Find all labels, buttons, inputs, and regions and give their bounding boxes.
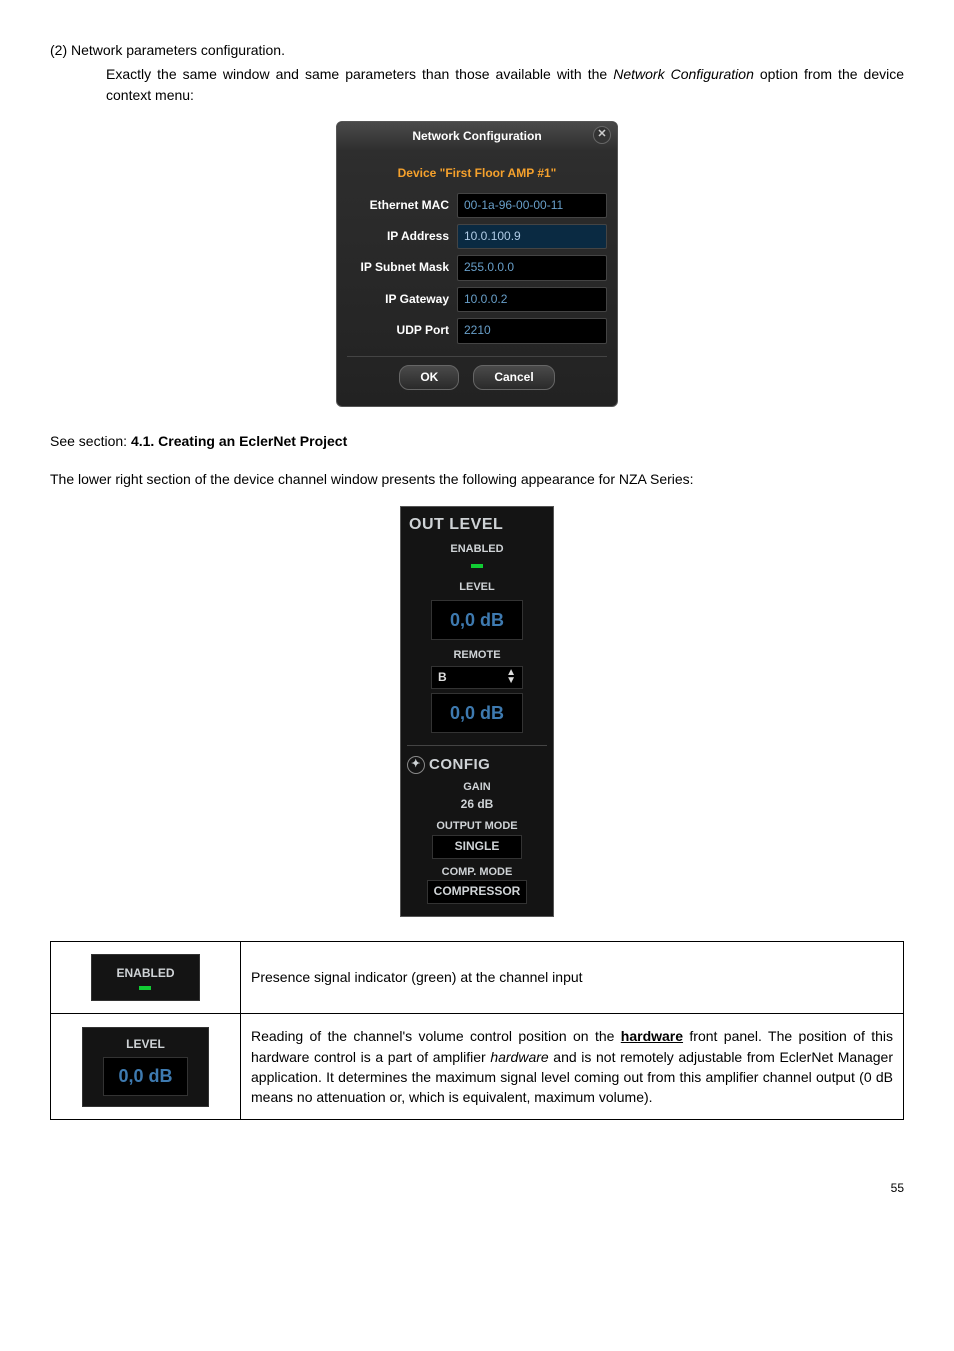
- input-ip-address[interactable]: 10.0.100.9: [457, 224, 607, 249]
- dialog-device-name: Device "First Floor AMP #1": [347, 165, 607, 182]
- section-heading: (2) Network parameters configuration.: [50, 40, 904, 60]
- cell-level-image: LEVEL 0,0 dB: [51, 1014, 241, 1120]
- level-value-cell: 0,0 dB: [103, 1057, 187, 1095]
- enabled-indicator-block: ENABLED: [91, 954, 199, 1001]
- close-icon[interactable]: ✕: [593, 126, 611, 144]
- row-ethernet-mac: Ethernet MAC 00-1a-96-00-00-11: [347, 193, 607, 218]
- see-bold: 4.1. Creating an EclerNet Project: [131, 433, 347, 449]
- label-gateway: IP Gateway: [347, 291, 457, 308]
- dialog-title: Network Configuration: [412, 128, 541, 145]
- wrench-icon[interactable]: ✦: [407, 756, 425, 774]
- config-title-text: CONFIG: [429, 754, 490, 776]
- intro-paragraph: Exactly the same window and same paramet…: [106, 64, 904, 105]
- out-level-panel: OUT LEVEL ENABLED LEVEL 0,0 dB REMOTE B …: [400, 506, 554, 917]
- remote-readout: 0,0 dB: [431, 693, 523, 733]
- input-udp-port[interactable]: 2210: [457, 318, 607, 343]
- dialog-title-bar: Network Configuration ✕: [337, 122, 617, 151]
- intro-pre: Exactly the same window and same paramet…: [106, 66, 613, 82]
- row-udp-port: UDP Port 2210: [347, 318, 607, 343]
- row-subnet: IP Subnet Mask 255.0.0.0: [347, 255, 607, 280]
- label-ethernet-mac: Ethernet MAC: [347, 197, 457, 214]
- comp-mode-value: COMPRESSOR: [427, 880, 528, 903]
- level-indicator-block: LEVEL 0,0 dB: [82, 1027, 208, 1106]
- table-row: LEVEL 0,0 dB Reading of the channel's vo…: [51, 1014, 904, 1120]
- row-gateway: IP Gateway 10.0.0.2: [347, 287, 607, 312]
- level-label: LEVEL: [407, 580, 547, 596]
- label-ip-address: IP Address: [347, 228, 457, 245]
- enabled-led-wrap: [407, 558, 547, 574]
- out-level-title: OUT LEVEL: [407, 513, 547, 536]
- level-label-cell: LEVEL: [103, 1036, 187, 1053]
- cell-enabled-desc: Presence signal indicator (green) at the…: [241, 941, 904, 1013]
- enabled-led-icon: [471, 564, 483, 568]
- table-row: ENABLED Presence signal indicator (green…: [51, 941, 904, 1013]
- see-pre: See section:: [50, 433, 131, 449]
- description-table: ENABLED Presence signal indicator (green…: [50, 941, 904, 1121]
- row-ip-address: IP Address 10.0.100.9: [347, 224, 607, 249]
- cell-enabled-image: ENABLED: [51, 941, 241, 1013]
- page-number: 55: [50, 1180, 904, 1197]
- output-mode-value: SINGLE: [432, 835, 522, 858]
- label-udp-port: UDP Port: [347, 322, 457, 339]
- enabled-led-icon: [139, 986, 151, 990]
- label-subnet: IP Subnet Mask: [347, 259, 457, 276]
- network-config-dialog: Network Configuration ✕ Device "First Fl…: [336, 121, 618, 407]
- output-mode-block: OUTPUT MODE SINGLE: [407, 819, 547, 858]
- value-ethernet-mac: 00-1a-96-00-00-11: [457, 193, 607, 218]
- level-desc-hw2: hardware: [490, 1049, 548, 1065]
- lower-paragraph: The lower right section of the device ch…: [50, 469, 904, 489]
- comp-mode-label: COMP. MODE: [407, 865, 547, 881]
- ok-button[interactable]: OK: [399, 365, 459, 390]
- level-desc-1: Reading of the channel's volume control …: [251, 1028, 621, 1044]
- remote-label: REMOTE: [407, 648, 547, 664]
- see-section-line: See section: 4.1. Creating an EclerNet P…: [50, 431, 904, 451]
- input-subnet[interactable]: 255.0.0.0: [457, 255, 607, 280]
- output-mode-label: OUTPUT MODE: [407, 819, 547, 835]
- level-readout: 0,0 dB: [431, 600, 523, 640]
- remote-selector[interactable]: B ▲▼: [431, 666, 523, 689]
- intro-italic: Network Configuration: [613, 66, 754, 82]
- input-gateway[interactable]: 10.0.0.2: [457, 287, 607, 312]
- comp-mode-block: COMP. MODE COMPRESSOR: [407, 865, 547, 904]
- config-title: ✦ CONFIG: [407, 745, 547, 776]
- enabled-label-cell: ENABLED: [116, 966, 174, 980]
- cell-level-desc: Reading of the channel's volume control …: [241, 1014, 904, 1120]
- level-desc-hw: hardware: [621, 1028, 683, 1044]
- gain-label: GAIN: [407, 780, 547, 796]
- enabled-label: ENABLED: [407, 542, 547, 558]
- gain-block: GAIN 26 dB: [407, 780, 547, 813]
- stepper-arrows-icon[interactable]: ▲▼: [506, 669, 516, 685]
- remote-selected: B: [438, 669, 447, 686]
- cancel-button[interactable]: Cancel: [473, 365, 554, 390]
- gain-value: 26 dB: [407, 796, 547, 813]
